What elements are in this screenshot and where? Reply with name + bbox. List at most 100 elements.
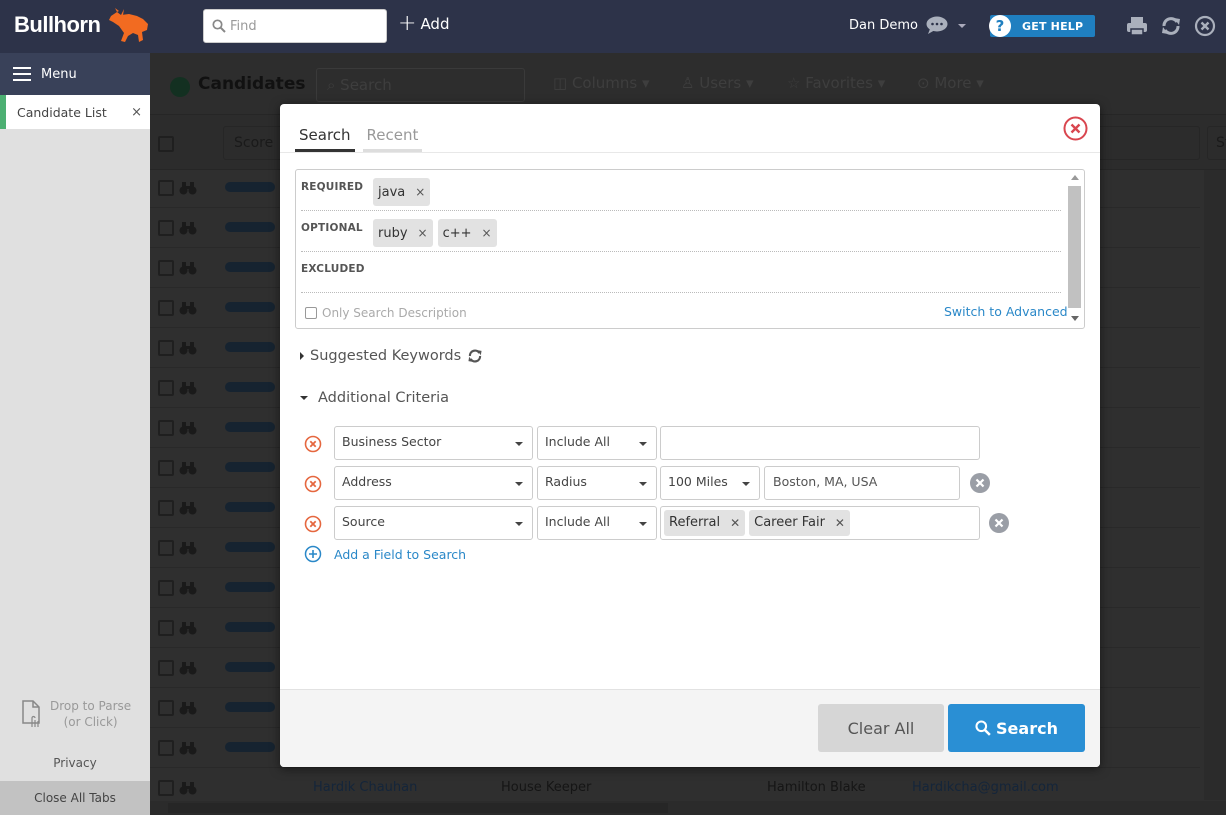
add-field-link[interactable]: Add a Field to Search: [304, 545, 466, 563]
optional-row[interactable]: OPTIONAL ruby × c++ ×: [301, 211, 1061, 252]
remove-chip-icon[interactable]: ×: [415, 185, 425, 199]
binoculars-icon[interactable]: [179, 221, 197, 235]
row-checkbox[interactable]: [158, 180, 174, 196]
user-menu[interactable]: Dan Demo: [849, 16, 966, 35]
users-button[interactable]: ♙ Users ▾: [681, 74, 754, 92]
favorites-button[interactable]: ☆ Favorites ▾: [787, 74, 885, 92]
refresh-icon[interactable]: [467, 348, 483, 364]
horizontal-scrollbar[interactable]: [150, 801, 1226, 815]
binoculars-icon[interactable]: [179, 181, 197, 195]
only-search-description-checkbox[interactable]: Only Search Description: [305, 306, 467, 320]
sidebar-tab-candidate-list[interactable]: Candidate List ×: [0, 95, 150, 129]
row-checkbox[interactable]: [158, 700, 174, 716]
binoculars-icon[interactable]: [179, 661, 197, 675]
row-checkbox[interactable]: [158, 620, 174, 636]
brand-logo[interactable]: Bullhorn: [14, 12, 101, 38]
candidate-email-link[interactable]: Hardikcha@gmail.com: [912, 780, 1059, 795]
row-checkbox[interactable]: [158, 300, 174, 316]
remove-chip-icon[interactable]: ×: [418, 226, 428, 240]
row-checkbox[interactable]: [158, 540, 174, 556]
operator-select[interactable]: Radius: [537, 466, 657, 500]
more-button[interactable]: ⊙ More ▾: [917, 74, 984, 92]
privacy-link[interactable]: Privacy: [0, 756, 150, 770]
row-checkbox[interactable]: [158, 580, 174, 596]
remove-chip-icon[interactable]: ✕: [835, 508, 845, 538]
binoculars-icon[interactable]: [179, 421, 197, 435]
operator-select[interactable]: Include All: [537, 426, 657, 460]
row-checkbox[interactable]: [158, 660, 174, 676]
source-chip-input[interactable]: Referral ✕ Career Fair ✕: [660, 506, 980, 540]
row-checkbox[interactable]: [158, 340, 174, 356]
close-all-tabs-button[interactable]: Close All Tabs: [0, 781, 150, 815]
score-column-header[interactable]: Score: [223, 126, 283, 160]
scroll-up-icon[interactable]: [1071, 175, 1079, 181]
list-search-input[interactable]: ⌕ Search: [316, 68, 525, 102]
drop-to-parse[interactable]: Drop to Parse (or Click): [20, 698, 131, 730]
excluded-row[interactable]: EXCLUDED: [301, 252, 1061, 293]
chat-icon[interactable]: [926, 16, 948, 35]
suggested-keywords-toggle[interactable]: Suggested Keywords: [300, 348, 483, 364]
chevron-down-icon[interactable]: [957, 23, 966, 28]
binoculars-icon[interactable]: [179, 461, 197, 475]
tab-search[interactable]: Search: [295, 104, 355, 153]
row-checkbox[interactable]: [158, 420, 174, 436]
scroll-down-icon[interactable]: [1071, 316, 1079, 322]
menu-button[interactable]: Menu: [0, 53, 150, 95]
field-select[interactable]: Source: [334, 506, 533, 540]
row-checkbox[interactable]: [158, 740, 174, 756]
remove-chip-icon[interactable]: ✕: [730, 508, 740, 538]
binoculars-icon[interactable]: [179, 381, 197, 395]
binoculars-icon[interactable]: [179, 501, 197, 515]
select-all-checkbox[interactable]: [158, 136, 174, 152]
refresh-icon[interactable]: [1160, 15, 1182, 37]
binoculars-icon[interactable]: [179, 301, 197, 315]
row-checkbox[interactable]: [158, 380, 174, 396]
row-checkbox[interactable]: [158, 220, 174, 236]
close-circle-icon[interactable]: [1194, 15, 1216, 37]
binoculars-icon[interactable]: [179, 741, 197, 755]
row-checkbox[interactable]: [158, 460, 174, 476]
operator-select[interactable]: Include All: [537, 506, 657, 540]
binoculars-icon[interactable]: [179, 261, 197, 275]
candidate-name-link[interactable]: Hardik Chauhan: [313, 780, 417, 795]
remove-criteria-icon[interactable]: [304, 435, 322, 453]
remove-criteria-icon[interactable]: [304, 475, 322, 493]
close-tab-icon[interactable]: ×: [131, 105, 142, 120]
binoculars-icon[interactable]: [179, 701, 197, 715]
switch-to-advanced-link[interactable]: Switch to Advanced: [944, 304, 1068, 319]
binoculars-icon[interactable]: [179, 581, 197, 595]
clear-all-button[interactable]: Clear All: [818, 704, 944, 752]
additional-criteria-toggle[interactable]: Additional Criteria: [300, 390, 449, 406]
columns-button[interactable]: ◫ Columns ▾: [553, 74, 650, 92]
clear-value-icon[interactable]: [970, 473, 990, 493]
search-button[interactable]: Search: [948, 704, 1085, 752]
tab-recent[interactable]: Recent: [362, 104, 423, 153]
field-select[interactable]: Address: [334, 466, 533, 500]
print-icon[interactable]: [1126, 15, 1148, 37]
row-checkbox[interactable]: [158, 780, 174, 796]
binoculars-icon[interactable]: [179, 541, 197, 555]
binoculars-icon[interactable]: [179, 341, 197, 355]
checkbox-box[interactable]: [305, 307, 317, 319]
clear-value-icon[interactable]: [989, 513, 1009, 533]
radius-select[interactable]: 100 Miles: [660, 466, 760, 500]
column-header-partial[interactable]: St: [1207, 126, 1226, 160]
location-input[interactable]: Boston, MA, USA: [764, 466, 960, 500]
row-checkbox[interactable]: [158, 500, 174, 516]
vertical-scrollbar[interactable]: [1204, 170, 1226, 800]
row-checkbox[interactable]: [158, 260, 174, 276]
keyword-scrollbar[interactable]: [1066, 170, 1084, 328]
criteria-value-input[interactable]: [660, 426, 980, 460]
scrollbar-thumb[interactable]: [168, 803, 668, 813]
scrollbar-thumb[interactable]: [1068, 186, 1081, 308]
remove-criteria-icon[interactable]: [304, 515, 322, 533]
modal-close-icon[interactable]: [1063, 116, 1088, 141]
remove-chip-icon[interactable]: ×: [482, 226, 492, 240]
find-input[interactable]: Find: [203, 9, 387, 43]
binoculars-icon[interactable]: [179, 621, 197, 635]
binoculars-icon[interactable]: [179, 781, 197, 795]
add-button[interactable]: + Add: [398, 13, 449, 35]
field-select[interactable]: Business Sector: [334, 426, 533, 460]
required-row[interactable]: REQUIRED java ×: [301, 170, 1061, 211]
get-help-button[interactable]: ? GET HELP: [989, 15, 1095, 37]
